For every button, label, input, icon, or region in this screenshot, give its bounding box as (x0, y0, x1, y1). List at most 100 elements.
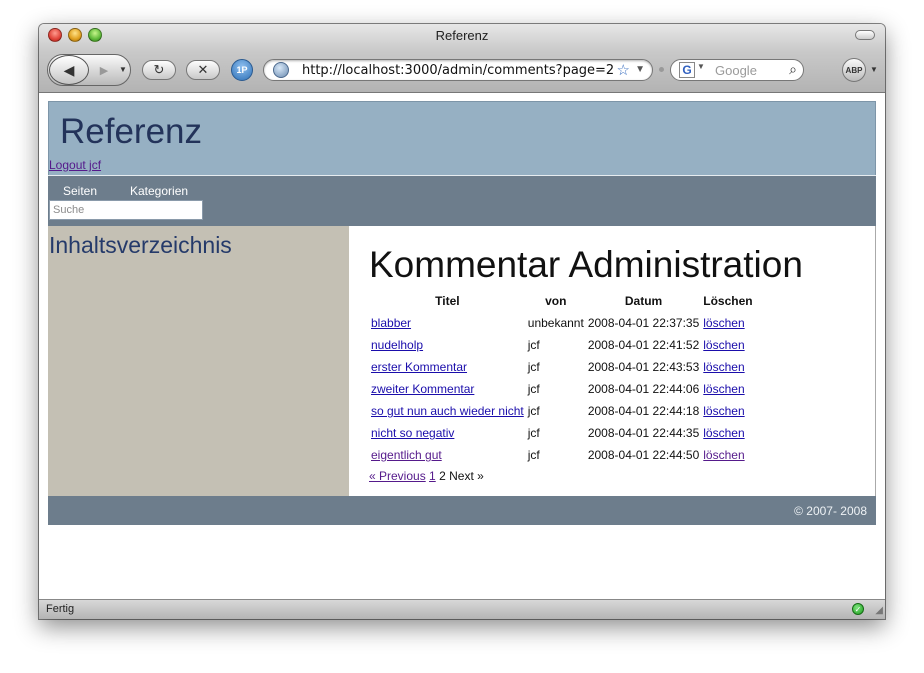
google-engine-icon[interactable]: G (679, 62, 695, 78)
comment-title-link[interactable]: blabber (371, 316, 411, 330)
table-row: eigentlich gut jcf 2008-04-01 22:44:50 lösc… (369, 444, 755, 466)
delete-comment-link[interactable]: löschen (703, 360, 744, 374)
site-search-input[interactable] (49, 200, 203, 220)
cell-delete: löschen (701, 400, 754, 422)
sidebar: Inhaltsverzeichnis (48, 226, 349, 496)
forward-arrow-icon: ▶ (99, 64, 109, 77)
status-text: Fertig (46, 603, 75, 615)
engine-dropdown-icon[interactable]: ▼ (697, 62, 705, 71)
adblock-button[interactable]: ABP (842, 58, 866, 82)
table-row: blabber unbekannt 2008-04-01 22:37:35 lösch… (369, 312, 755, 334)
comment-title-link[interactable]: nicht so negativ (371, 426, 454, 440)
cell-author: unbekannt (527, 316, 584, 330)
cell-delete: löschen (701, 334, 754, 356)
url-dropdown-icon[interactable]: ▼ (635, 64, 645, 75)
delete-comment-link[interactable]: löschen (703, 426, 744, 440)
table-row: nicht so negativ jcf 2008-04-01 22:44:35 lö… (369, 422, 755, 444)
delete-comment-link[interactable]: löschen (703, 448, 744, 462)
cell-date: 2008-04-01 22:44:50 (587, 448, 700, 462)
cell-author: jcf (527, 404, 540, 418)
table-header-row: Titel von Datum Löschen (369, 293, 755, 312)
reload-button[interactable]: ↻ (142, 60, 176, 80)
stop-icon: ✕ (197, 62, 209, 77)
table-row: erster Kommentar jcf 2008-04-01 22:43:53 lö… (369, 356, 755, 378)
site-globe-icon (273, 62, 289, 78)
comment-title-link[interactable]: nudelholp (371, 338, 423, 352)
cell-delete: löschen (701, 422, 754, 444)
cell-title: so gut nun auch wieder nicht (369, 400, 526, 422)
site-header: Referenz Logout jcf (48, 101, 876, 175)
previous-page-link[interactable]: « Previous (369, 469, 426, 483)
cell-author: jcf (527, 448, 540, 462)
url-text[interactable]: http://localhost:3000/admin/comments?pag… (302, 63, 614, 78)
logout-link[interactable]: Logout jcf (49, 158, 101, 172)
delete-comment-link[interactable]: löschen (703, 404, 744, 418)
delete-comment-link[interactable]: löschen (703, 382, 744, 396)
comment-title-link[interactable]: zweiter Kommentar (371, 382, 474, 396)
cell-date: 2008-04-01 22:44:35 (587, 426, 700, 440)
cell-title: nudelholp (369, 334, 526, 356)
cell-date: 2008-04-01 22:37:35 (587, 316, 700, 330)
comment-title-link[interactable]: eigentlich gut (371, 448, 442, 462)
toolbar-toggle-button[interactable] (855, 30, 875, 40)
forward-button[interactable]: ▶ (93, 61, 115, 79)
reload-icon: ↻ (153, 62, 165, 77)
nav-item-kategorien[interactable]: Kategorien (130, 184, 188, 198)
browser-window: Referenz ◀ ▶ ▼ ↻ ✕ 1P http://localhost:3… (39, 24, 885, 619)
web-search-field[interactable]: G ▼ Google ⌕ (670, 59, 804, 81)
cell-delete: löschen (701, 312, 754, 334)
address-bar[interactable]: http://localhost:3000/admin/comments?pag… (263, 59, 653, 81)
cell-author: jcf (527, 426, 540, 440)
toolbar-separator (659, 67, 664, 72)
onepassword-button[interactable]: 1P (231, 59, 253, 81)
back-button[interactable]: ◀ (49, 55, 89, 85)
site-nav: Seiten Kategorien (48, 175, 876, 226)
page-1-link[interactable]: 1 (429, 469, 436, 483)
cell-date: 2008-04-01 22:44:18 (587, 404, 700, 418)
site-brand: Referenz (60, 112, 203, 151)
pagination: « Previous 1 2 Next » (369, 469, 484, 483)
nav-item-seiten[interactable]: Seiten (63, 184, 97, 198)
copyright-text: © 2007- 2008 (794, 504, 867, 518)
column-header-titel: Titel (435, 294, 460, 308)
resize-grip-icon[interactable]: ◢ (875, 605, 883, 616)
site-footer: © 2007- 2008 (48, 496, 876, 525)
browser-toolbar: Referenz ◀ ▶ ▼ ↻ ✕ 1P http://localhost:3… (39, 24, 885, 93)
adblock-dropdown-icon[interactable]: ▼ (870, 65, 878, 74)
next-page-label: Next » (449, 469, 484, 483)
cell-title: nicht so negativ (369, 422, 526, 444)
cell-author: jcf (527, 360, 540, 374)
main-content: Kommentar Administration Titel von Datum… (349, 226, 876, 496)
web-search-placeholder: Google (715, 63, 757, 78)
cell-title: zweiter Kommentar (369, 378, 526, 400)
comments-table: Titel von Datum Löschen blabber unbekannt… (369, 293, 755, 466)
delete-comment-link[interactable]: löschen (703, 316, 744, 330)
stop-button[interactable]: ✕ (186, 60, 220, 80)
page-viewport: Referenz Logout jcf Seiten Kategorien In… (39, 93, 885, 599)
history-dropdown-icon[interactable]: ▼ (119, 65, 127, 74)
cell-date: 2008-04-01 22:44:06 (587, 382, 700, 396)
status-bar: Fertig ✓ ◢ (39, 599, 885, 619)
current-page: 2 (439, 469, 446, 483)
content-row: Inhaltsverzeichnis Kommentar Administrat… (48, 226, 876, 496)
site-container: Referenz Logout jcf Seiten Kategorien In… (48, 101, 876, 525)
table-row: nudelholp jcf 2008-04-01 22:41:52 löschen (369, 334, 755, 356)
cell-date: 2008-04-01 22:41:52 (587, 338, 700, 352)
cell-author: jcf (527, 382, 540, 396)
column-header-datum: Datum (624, 294, 663, 308)
column-header-loeschen: Löschen (703, 294, 753, 308)
comment-title-link[interactable]: erster Kommentar (371, 360, 467, 374)
search-icon[interactable]: ⌕ (789, 61, 797, 78)
cell-delete: löschen (701, 444, 754, 466)
cell-delete: löschen (701, 356, 754, 378)
sidebar-title: Inhaltsverzeichnis (49, 232, 232, 258)
window-title: Referenz (435, 28, 489, 43)
column-header-von: von (545, 294, 567, 308)
cell-author: jcf (527, 338, 540, 352)
bookmark-star-icon[interactable]: ☆ (617, 61, 630, 79)
comment-title-link[interactable]: so gut nun auch wieder nicht (371, 404, 524, 418)
delete-comment-link[interactable]: löschen (703, 338, 744, 352)
cell-title: erster Kommentar (369, 356, 526, 378)
cell-delete: löschen (701, 378, 754, 400)
page-title: Kommentar Administration (369, 244, 803, 285)
